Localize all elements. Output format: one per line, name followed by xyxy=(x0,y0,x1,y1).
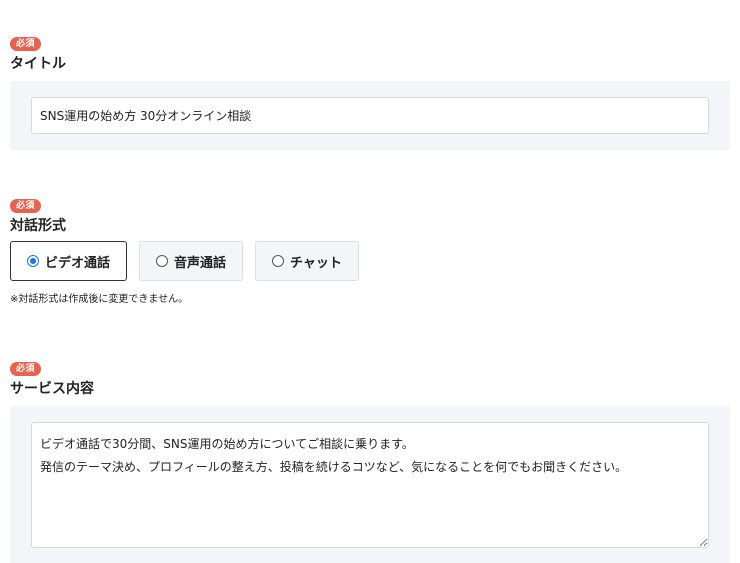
format-section: 必須 対話形式 ビデオ通話 音声通話 チャット ※対話形式は作成後に変更できませ… xyxy=(10,193,730,307)
radio-unchecked-icon xyxy=(272,255,285,267)
format-option-label: ビデオ通話 xyxy=(45,255,111,271)
format-option-voice[interactable]: 音声通話 xyxy=(139,241,244,281)
required-badge: 必須 xyxy=(10,199,42,213)
format-option-label: チャット xyxy=(290,255,342,271)
service-label: サービス内容 xyxy=(10,381,94,397)
radio-unchecked-icon xyxy=(156,255,169,267)
format-option-chat[interactable]: チャット xyxy=(255,241,359,281)
title-input[interactable] xyxy=(31,97,709,134)
required-badge: 必須 xyxy=(10,37,42,51)
title-field-panel xyxy=(10,81,730,150)
format-note: ※対話形式は作成後に変更できません。 xyxy=(10,294,189,305)
service-field-panel: ビデオ通話で30分間、SNS運用の始め方についてご相談に乗ります。 発信のテーマ… xyxy=(10,406,730,563)
radio-checked-icon xyxy=(27,255,39,267)
format-label: 対話形式 xyxy=(10,218,66,234)
format-radio-group: ビデオ通話 音声通話 チャット xyxy=(10,241,730,281)
form-page: 必須 タイトル 必須 対話形式 ビデオ通話 音声通話 チャット ※対話形式は作成… xyxy=(0,0,740,563)
format-option-video[interactable]: ビデオ通話 xyxy=(10,241,128,281)
title-section: 必須 タイトル xyxy=(10,31,730,150)
format-option-label: 音声通話 xyxy=(174,255,227,271)
service-section: 必須 サービス内容 ビデオ通話で30分間、SNS運用の始め方についてご相談に乗り… xyxy=(10,356,730,563)
title-label: タイトル xyxy=(10,56,66,72)
service-textarea[interactable]: ビデオ通話で30分間、SNS運用の始め方についてご相談に乗ります。 発信のテーマ… xyxy=(31,422,709,548)
required-badge: 必須 xyxy=(10,362,42,376)
